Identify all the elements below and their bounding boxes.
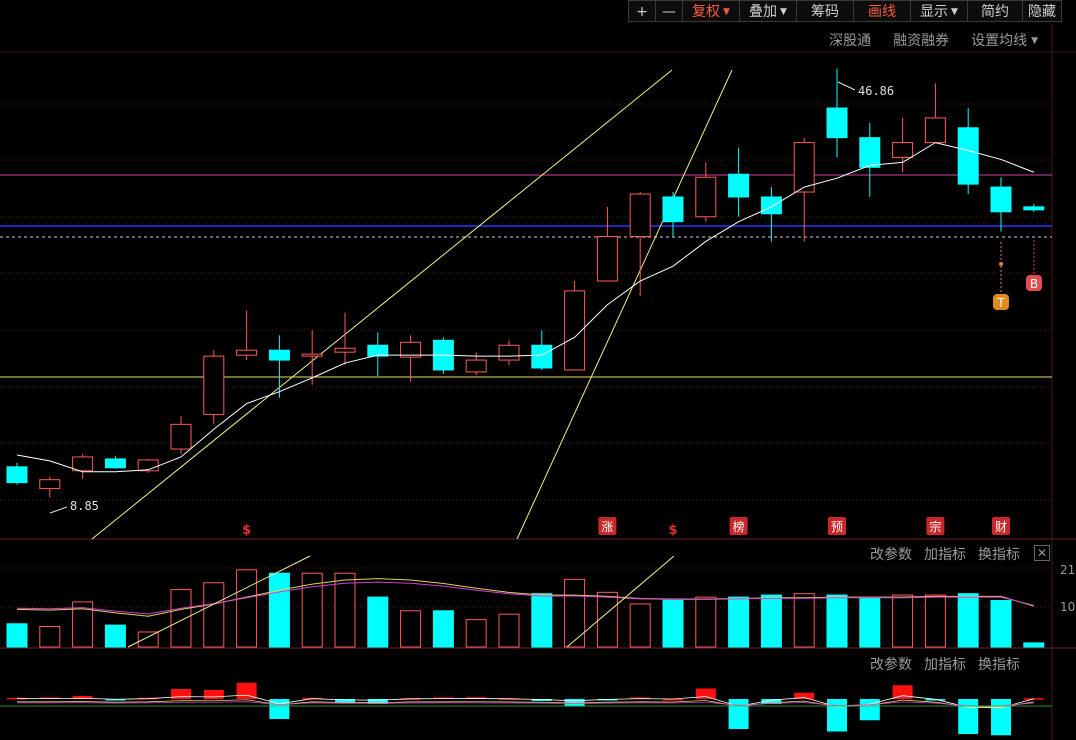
candle-body-30 <box>990 186 1012 213</box>
volume-bar-25 <box>826 594 848 648</box>
event-marker-dollar-0: $ <box>242 523 251 538</box>
macd-bar-29 <box>958 699 979 734</box>
volume-bar-11 <box>367 596 389 648</box>
candle-body-21 <box>695 176 717 218</box>
candle-body-31 <box>1023 206 1045 211</box>
volume-bar-12 <box>400 610 422 648</box>
volume-bar-5 <box>170 589 192 648</box>
candle-body-9 <box>301 353 323 357</box>
volume-bar-21 <box>695 596 717 648</box>
volume-bar-1 <box>39 626 61 648</box>
volume-bar-8 <box>268 572 290 648</box>
volume-bar-20 <box>662 598 684 648</box>
volume-bar-3 <box>104 624 126 648</box>
volume-bar-7 <box>236 569 258 648</box>
kline-chart[interactable]: 46.86 8.85 $ 涨 $ 榜 预 宗 财 T B <box>0 0 1076 740</box>
macd-bar-5 <box>171 689 191 699</box>
volume-bar-0 <box>6 623 28 648</box>
candle-body-28 <box>924 117 946 144</box>
moving-average-line <box>16 142 1034 473</box>
volume-bar-14 <box>465 619 487 648</box>
volume-bar-17 <box>564 578 586 648</box>
candle-body-6 <box>203 355 225 415</box>
candle-body-20 <box>662 196 684 223</box>
candle-body-19 <box>629 193 651 238</box>
trend-line-2 <box>516 69 733 540</box>
volume-bar-23 <box>760 594 782 648</box>
candle-body-1 <box>39 479 61 490</box>
volume-bar-16 <box>531 593 553 648</box>
volume-ma-line-2 <box>16 581 1034 615</box>
candle-body-29 <box>957 127 979 185</box>
candle-body-8 <box>268 349 290 361</box>
volume-bar-30 <box>990 600 1012 648</box>
candle-body-22 <box>728 173 750 198</box>
volume-bar-6 <box>203 582 225 648</box>
high-price-label: 46.86 <box>858 84 894 98</box>
macd-bar-27 <box>892 685 913 699</box>
event-marker-1: 涨 <box>601 519 613 534</box>
candle-body-5 <box>170 423 192 450</box>
candle-body-15 <box>498 344 520 361</box>
volume-bar-29 <box>957 593 979 648</box>
candle-body-3 <box>104 458 126 469</box>
macd-bar-6 <box>203 690 224 699</box>
volume-bar-27 <box>892 594 914 648</box>
low-price-arrow <box>49 506 68 514</box>
event-marker-5: 宗 <box>929 519 941 534</box>
volume-bar-31 <box>1023 642 1045 648</box>
candle-body-0 <box>6 466 28 484</box>
volume-bar-4 <box>137 631 159 648</box>
candle-body-2 <box>72 456 94 472</box>
volume-bar-28 <box>924 594 946 648</box>
candle-body-10 <box>334 347 356 353</box>
signal-t-label: T <box>996 296 1005 310</box>
macd-bar-25 <box>827 699 847 732</box>
candle-body-25 <box>826 107 848 139</box>
low-price-label: 8.85 <box>70 499 99 513</box>
candle-body-27 <box>892 142 914 158</box>
candle-body-7 <box>236 349 258 356</box>
macd-bar-30 <box>991 699 1011 736</box>
macd-bar-21 <box>695 688 716 699</box>
candle-body-18 <box>596 236 618 282</box>
candle-body-4 <box>137 459 159 472</box>
high-price-arrow <box>837 81 856 91</box>
candle-body-26 <box>859 137 881 168</box>
candle-body-14 <box>465 359 487 373</box>
candle-body-23 <box>760 196 782 215</box>
candle-body-24 <box>793 142 815 193</box>
volume-bar-26 <box>859 597 881 648</box>
event-marker-dollar-2: $ <box>668 523 677 538</box>
macd-bar-22 <box>728 699 749 729</box>
event-marker-3: 榜 <box>733 519 745 534</box>
volume-bar-22 <box>728 596 750 648</box>
volume-bar-13 <box>432 610 454 648</box>
event-marker-4: 预 <box>831 520 843 534</box>
signal-b-label: B <box>1030 277 1038 291</box>
candle-body-16 <box>531 344 553 369</box>
volume-bar-15 <box>498 613 520 648</box>
candle-body-11 <box>367 344 389 357</box>
volume-bar-19 <box>629 603 651 648</box>
signal-t-dot <box>999 262 1003 266</box>
volume-bar-18 <box>596 591 618 648</box>
event-marker-6: 财 <box>995 520 1007 534</box>
volume-bar-24 <box>793 593 815 648</box>
